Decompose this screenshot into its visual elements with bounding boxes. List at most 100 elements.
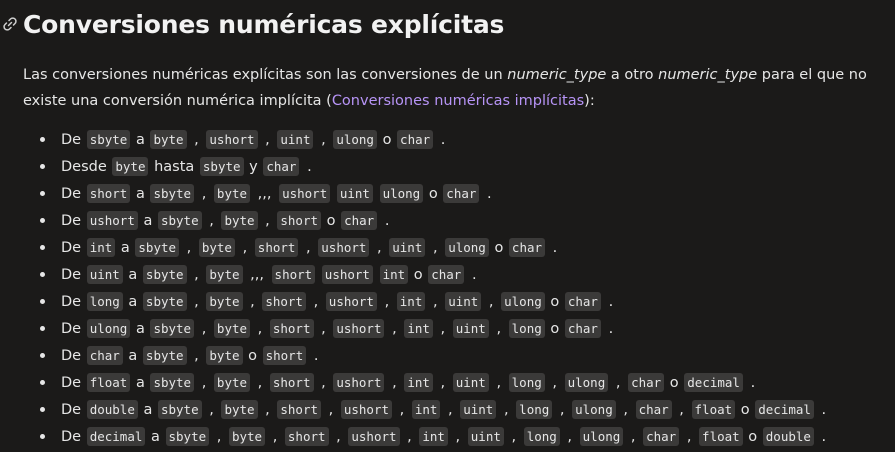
type-code: short [269, 319, 314, 338]
connector-word: a [120, 240, 130, 256]
conversion-text: Desde byte hasta sbyte y char . [61, 157, 314, 176]
punctuation: , [615, 375, 621, 391]
punctuation: . [487, 186, 492, 202]
connector-word: a [135, 321, 145, 337]
punctuation: . [440, 132, 446, 148]
type-code: byte [206, 346, 243, 365]
type-code: ulong [379, 184, 424, 203]
implicit-conversions-link[interactable]: Conversiones numéricas implícitas [332, 93, 584, 109]
type-code: byte [221, 211, 258, 230]
type-code: sbyte [142, 265, 187, 284]
connector-word: a [128, 294, 138, 310]
connector-word: De [61, 375, 82, 391]
punctuation: , [328, 402, 334, 418]
intro-text: a otro [606, 67, 659, 83]
punctuation: , [201, 186, 207, 202]
type-code: byte [112, 157, 149, 176]
type-code: long [86, 292, 123, 311]
punctuation: , [392, 321, 397, 337]
type-code: ushort [86, 211, 138, 230]
punctuation: , [384, 294, 390, 310]
type-code: short [269, 373, 314, 392]
type-code: char [643, 427, 680, 446]
type-code: byte [213, 319, 251, 338]
type-code: short [262, 346, 307, 365]
type-code: long [508, 319, 545, 338]
punctuation: . [750, 375, 756, 391]
connector-word: a [151, 429, 160, 445]
connector-word: De [61, 321, 82, 337]
page-title: Conversiones numéricas explícitas [23, 9, 505, 39]
punctuation: , [216, 429, 222, 445]
conversion-item: De double a sbyte , byte , short , ushor… [40, 396, 885, 423]
type-code: sbyte [157, 211, 202, 230]
type-code: int [404, 373, 433, 392]
type-code: short [262, 292, 306, 311]
punctuation: , [201, 321, 207, 337]
type-code: byte [228, 427, 266, 446]
connector-word: o [428, 186, 438, 202]
connector-word: De [61, 267, 82, 283]
connector-word: o [413, 267, 423, 283]
conversion-item: De sbyte a byte , ushort , uint , ulong … [40, 126, 885, 153]
conversion-text: De long a sbyte , byte , short , ushort … [61, 292, 615, 311]
type-code: sbyte [157, 400, 202, 419]
connector-word: o [382, 132, 392, 148]
connector-word: De [61, 240, 82, 256]
punctuation: , [209, 402, 214, 418]
type-code: char [508, 238, 546, 257]
conversion-text: De uint a sbyte , byte ,,, short ushort … [61, 265, 479, 284]
punctuation: , [194, 294, 199, 310]
type-code: char [341, 211, 378, 230]
type-code: uint [460, 400, 497, 419]
type-code: ushort [318, 238, 370, 257]
punctuation: , [186, 240, 192, 256]
punctuation: , [399, 402, 405, 418]
type-code: sbyte [150, 319, 195, 338]
connector-word: De [61, 213, 82, 229]
type-code: byte [213, 184, 251, 203]
punctuation: , [321, 321, 326, 337]
punctuation: . [384, 213, 390, 229]
punctuation: , [503, 402, 509, 418]
type-code: ushort [348, 427, 400, 446]
punctuation: , [686, 429, 692, 445]
type-code: uint [467, 427, 504, 446]
type-code: short [86, 184, 131, 203]
punctuation: , [313, 294, 319, 310]
punctuation: , [623, 402, 628, 418]
conversion-item: De ushort a sbyte , byte , short o char … [40, 207, 885, 234]
connector-word: De [61, 186, 82, 202]
punctuation: , [377, 240, 382, 256]
punctuation: ,,, [257, 186, 272, 202]
type-code: char [428, 265, 465, 284]
type-code: double [762, 427, 814, 446]
punctuation: , [440, 375, 446, 391]
type-code: uint [389, 238, 426, 257]
connector-word: De [61, 348, 82, 364]
type-code: short [284, 427, 329, 446]
punctuation: , [679, 402, 684, 418]
type-code: uint [277, 130, 314, 149]
conversion-text: De decimal a sbyte , byte , short , usho… [61, 427, 828, 446]
type-code: byte [206, 265, 243, 284]
numeric-type-term: numeric_type [507, 67, 607, 83]
conversion-item: De int a sbyte , byte , short , ushort ,… [40, 234, 885, 261]
type-code: ushort [206, 130, 258, 149]
type-code: char [86, 346, 123, 365]
link-icon[interactable] [2, 16, 18, 32]
type-code: ulong [86, 319, 131, 338]
punctuation: , [265, 213, 270, 229]
conversion-text: De float a sbyte , byte , short , ushort… [61, 373, 757, 392]
type-code: char [635, 400, 672, 419]
punctuation: , [488, 294, 494, 310]
punctuation: , [392, 375, 397, 391]
type-code: char [263, 157, 300, 176]
connector-word: o [248, 348, 257, 364]
punctuation: ,,, [250, 267, 264, 283]
punctuation: . [608, 321, 614, 337]
conversion-text: De ushort a sbyte , byte , short o char … [61, 211, 391, 230]
type-code: sbyte [135, 238, 180, 257]
type-code: short [271, 265, 316, 284]
punctuation: , [407, 429, 412, 445]
